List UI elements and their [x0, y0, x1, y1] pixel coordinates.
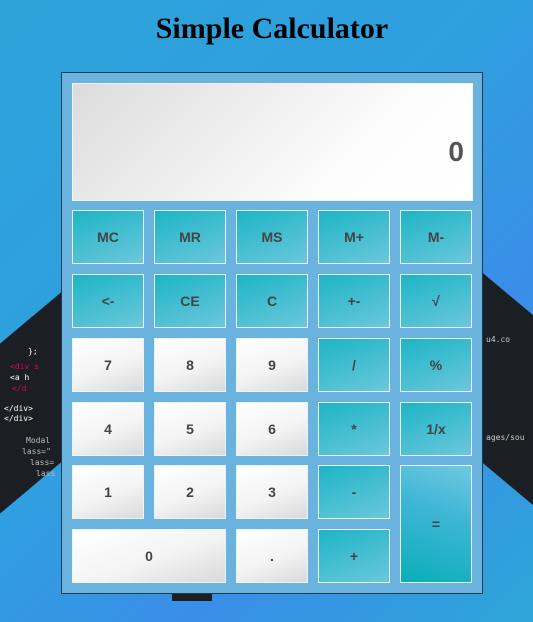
clear-button[interactable]: C — [236, 274, 308, 328]
digit-5-button[interactable]: 5 — [154, 402, 226, 456]
background-code-text: lass — [36, 469, 56, 478]
memory-recall-button[interactable]: MR — [154, 210, 226, 264]
background-code-text: ages/sou — [486, 433, 525, 442]
sign-toggle-button[interactable]: +- — [318, 274, 390, 328]
equals-button[interactable]: = — [400, 465, 472, 583]
digit-6-button[interactable]: 6 — [236, 402, 308, 456]
background-code-text: Modal — [26, 436, 51, 445]
calculator: 0 MC MR MS M+ M- <- CE C +- √ 7 8 9 / % … — [61, 72, 483, 594]
background-code-text: <div s — [10, 362, 39, 371]
memory-subtract-button[interactable]: M- — [400, 210, 472, 264]
memory-store-button[interactable]: MS — [236, 210, 308, 264]
digit-8-button[interactable]: 8 — [154, 338, 226, 392]
backspace-button[interactable]: <- — [72, 274, 144, 328]
background-code-text: u4.co — [486, 335, 511, 344]
multiply-button[interactable]: * — [318, 402, 390, 456]
page-title: Simple Calculator — [155, 12, 389, 45]
memory-add-button[interactable]: M+ — [318, 210, 390, 264]
square-root-button[interactable]: √ — [400, 274, 472, 328]
background-code-text: lass= — [30, 458, 55, 467]
memory-clear-button[interactable]: MC — [72, 210, 144, 264]
divide-button[interactable]: / — [318, 338, 390, 392]
clear-entry-button[interactable]: CE — [154, 274, 226, 328]
reciprocal-button[interactable]: 1/x — [400, 402, 472, 456]
background-code-text: lass=" — [22, 447, 51, 456]
background-code-text: </div> — [4, 414, 33, 423]
digit-7-button[interactable]: 7 — [72, 338, 144, 392]
digit-9-button[interactable]: 9 — [236, 338, 308, 392]
background-code-text: }; — [28, 347, 38, 356]
background-code-text: </d — [12, 384, 27, 393]
digit-3-button[interactable]: 3 — [236, 465, 308, 519]
add-button[interactable]: + — [318, 529, 390, 583]
digit-2-button[interactable]: 2 — [154, 465, 226, 519]
subtract-button[interactable]: - — [318, 465, 390, 519]
digit-4-button[interactable]: 4 — [72, 402, 144, 456]
background-code-text: <a h — [10, 373, 30, 382]
background-code-text: </div> — [4, 404, 33, 413]
digit-1-button[interactable]: 1 — [72, 465, 144, 519]
digit-0-button[interactable]: 0 — [72, 529, 226, 583]
decimal-point-button[interactable]: . — [236, 529, 308, 583]
display-value: 0 — [448, 136, 464, 167]
calculator-display: 0 — [72, 83, 473, 201]
percent-button[interactable]: % — [400, 338, 472, 392]
